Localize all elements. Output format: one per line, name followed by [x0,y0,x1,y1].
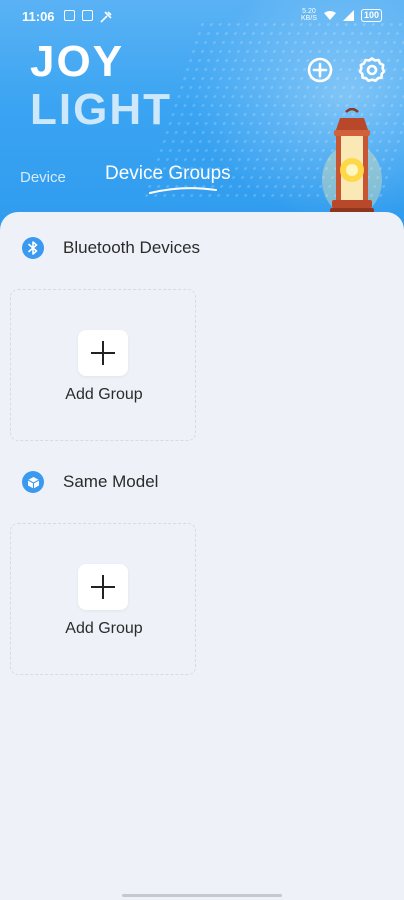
bluetooth-icon [22,237,44,259]
signal-icon [342,9,354,21]
app-logo: JOY LIGHT [30,38,172,134]
logo-line-2: LIGHT [30,85,172,134]
add-device-button[interactable] [306,56,334,84]
lantern-illustration [322,108,382,216]
plus-icon [91,341,115,365]
status-right: 5.20 KB/S 100 [301,8,382,22]
add-group-label: Add Group [65,386,143,403]
tools-icon [100,10,112,23]
section-same-model: Same Model [22,468,158,496]
plus-icon [91,575,115,599]
tab-device[interactable]: Device [20,169,66,186]
network-speed: 5.20 KB/S [301,8,317,22]
notification-icon [82,10,93,21]
network-speed-unit: KB/S [301,15,317,22]
add-group-card[interactable]: Add Group [10,523,196,675]
app-header: 11:06 5.20 KB/S 100 JOY LIGHT Device Dev… [0,0,404,240]
add-group-button[interactable] [78,330,128,376]
section-title: Same Model [63,472,159,491]
section-bluetooth-devices: Bluetooth Devices [22,234,200,262]
home-indicator[interactable] [122,894,282,897]
cube-icon [22,471,44,493]
notification-icons [64,10,112,23]
status-time: 11:06 [22,9,55,24]
add-group-card[interactable]: Add Group [10,289,196,441]
tab-selected-indicator [149,187,217,194]
network-speed-value: 5.20 [302,8,316,15]
wifi-icon [323,10,336,20]
battery-indicator: 100 [360,8,382,22]
logo-line-1: JOY [30,37,125,86]
settings-gear-icon[interactable] [358,56,386,84]
section-title: Bluetooth Devices [63,238,201,257]
main-content: Bluetooth Devices Add Group Same Model A… [0,212,404,900]
add-group-button[interactable] [78,564,128,610]
tab-device-groups[interactable]: Device Groups [105,163,231,185]
status-bar: 11:06 5.20 KB/S 100 [0,0,404,34]
notification-icon [64,10,75,21]
add-group-label: Add Group [65,620,143,637]
